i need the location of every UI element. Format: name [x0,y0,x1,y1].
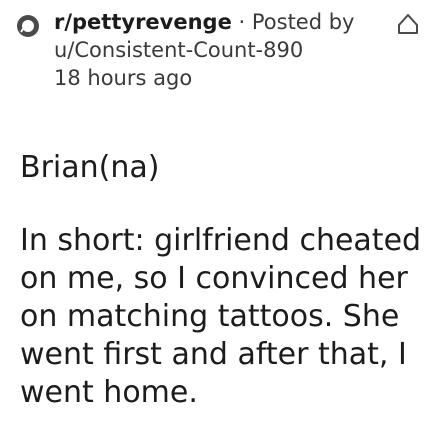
post-header: r/pettyrevenge · Posted by u/Consistent-… [0,0,432,150]
bell-icon[interactable] [395,12,421,38]
post-title: Brian(na) [20,150,160,185]
post-time: 18 hours ago [54,66,193,90]
author-link[interactable]: u/Consistent-Count-890 [54,38,303,62]
post-body: In short: girlfriend cheated on me, so I… [20,223,422,410]
subreddit-link[interactable]: r/pettyrevenge [54,10,232,34]
posted-by-label: · Posted by [238,10,355,34]
post-meta: r/pettyrevenge · Posted by u/Consistent-… [54,8,394,92]
subreddit-icon[interactable] [16,14,40,38]
